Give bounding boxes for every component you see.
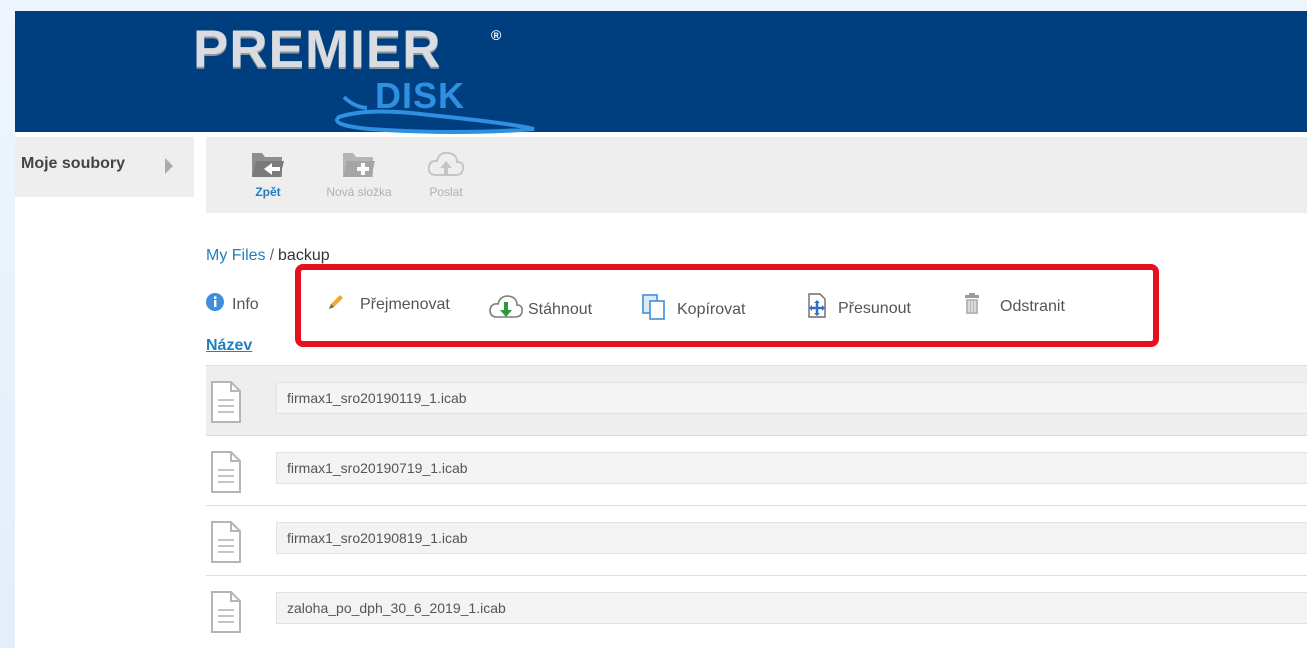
file-row[interactable]: firmax1_sro20190819_1.icab xyxy=(206,505,1307,576)
new-folder-button[interactable]: Nová složka xyxy=(318,147,400,199)
app-frame: PREMIER ® DISK Moje soubory Zpět Nová sl… xyxy=(15,11,1307,648)
sort-by-name-link[interactable]: Název xyxy=(206,337,252,355)
info-icon xyxy=(206,293,224,316)
document-icon xyxy=(210,450,242,499)
folder-add-icon xyxy=(318,147,400,181)
breadcrumb-current: backup xyxy=(278,247,330,264)
chevron-right-icon[interactable] xyxy=(165,158,173,174)
file-name[interactable]: firmax1_sro20190719_1.icab xyxy=(276,452,1307,484)
logo-text-disk: DISK xyxy=(375,75,466,116)
sidebar-item-my-files[interactable]: Moje soubory xyxy=(15,137,194,197)
file-name[interactable]: firmax1_sro20190819_1.icab xyxy=(276,522,1307,554)
send-button[interactable]: Poslat xyxy=(421,147,471,199)
back-button[interactable]: Zpět xyxy=(244,147,292,199)
header-banner: PREMIER ® DISK xyxy=(15,11,1307,134)
document-icon xyxy=(210,520,242,569)
new-folder-button-label: Nová složka xyxy=(326,185,392,199)
sidebar-item-label: Moje soubory xyxy=(21,155,126,172)
document-icon xyxy=(210,380,242,429)
logo-registered-mark: ® xyxy=(491,27,502,43)
breadcrumb: My Files / backup xyxy=(206,247,330,265)
cloud-upload-icon xyxy=(421,147,471,181)
file-name[interactable]: firmax1_sro20190119_1.icab xyxy=(276,382,1307,414)
file-row[interactable]: firmax1_sro20190719_1.icab xyxy=(206,435,1307,506)
file-row[interactable]: zaloha_po_dph_30_6_2019_1.icab xyxy=(206,575,1307,646)
info-button-label: Info xyxy=(232,295,259,313)
document-icon xyxy=(210,590,242,639)
breadcrumb-separator: / xyxy=(269,247,275,264)
logo-text-premier: PREMIER xyxy=(193,20,442,79)
file-row[interactable]: firmax1_sro20190119_1.icab xyxy=(206,365,1307,436)
premier-disk-logo[interactable]: PREMIER ® DISK xyxy=(189,19,535,134)
toolbar: Zpět Nová složka Poslat xyxy=(206,137,1307,213)
back-button-label: Zpět xyxy=(255,185,281,199)
folder-back-icon xyxy=(244,147,292,181)
send-button-label: Poslat xyxy=(429,185,463,199)
highlight-box xyxy=(295,264,1159,347)
breadcrumb-root-link[interactable]: My Files xyxy=(206,247,266,264)
file-name[interactable]: zaloha_po_dph_30_6_2019_1.icab xyxy=(276,592,1307,624)
info-button[interactable]: Info xyxy=(206,293,259,316)
